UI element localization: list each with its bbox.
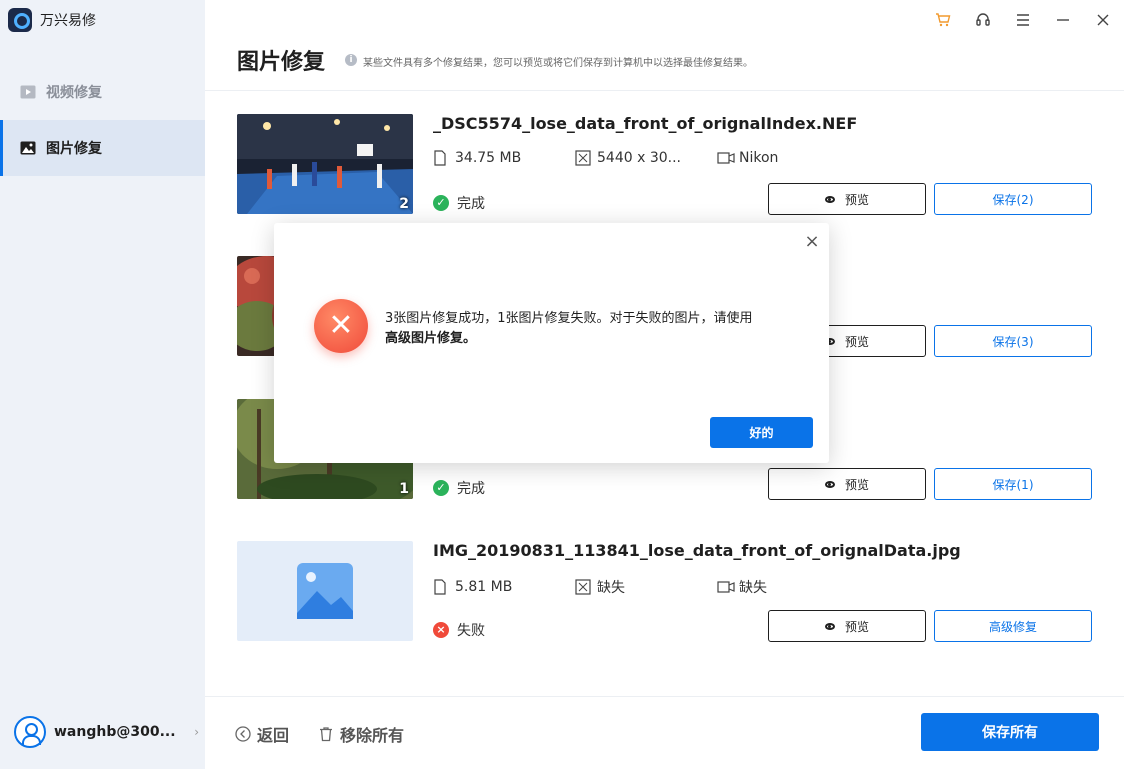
video-icon (20, 85, 36, 99)
file-dimensions: 缺失 (575, 577, 717, 597)
result-status: × 失败 (433, 620, 485, 640)
window-controls (934, 10, 1112, 30)
divider (205, 696, 1124, 697)
info-icon: i (345, 54, 357, 66)
close-icon[interactable] (1094, 10, 1112, 30)
preview-button-label: 预览 (844, 334, 869, 349)
repair-result-dialog: × ✕ 3张图片修复成功，1张图片修复失败。对于失败的图片，请使用 高级图片修复… (274, 223, 829, 463)
file-icon (433, 150, 447, 166)
save-button[interactable]: 保存(1) (934, 468, 1092, 500)
sidebar: 万兴易修 视频修复 图片修复 wanghb@300... › (0, 0, 205, 769)
resolution-icon (575, 579, 591, 595)
page-title: 图片修复 (237, 50, 326, 75)
avatar-icon (14, 716, 46, 748)
error-icon: ✕ (314, 299, 368, 353)
ok-button[interactable]: 好的 (710, 417, 813, 448)
image-placeholder-icon (297, 563, 353, 619)
sidebar-item-label: 视频修复 (46, 85, 102, 101)
file-device-value: 缺失 (739, 580, 767, 596)
file-device-value: Nikon (739, 150, 779, 166)
save-button[interactable]: 保存(3) (934, 325, 1092, 357)
preview-button-label: 预览 (844, 477, 869, 492)
resolution-icon (575, 150, 591, 166)
save-button[interactable]: 保存(2) (934, 183, 1092, 215)
minimize-icon[interactable] (1054, 10, 1072, 30)
check-circle-icon: ✓ (433, 195, 449, 211)
remove-all-button[interactable]: 移除所有 (318, 722, 404, 746)
result-count-badge: 2 (399, 196, 409, 212)
sidebar-item-image-repair[interactable]: 图片修复 (0, 120, 205, 176)
file-device: 缺失 (717, 577, 767, 597)
result-meta: 5.81 MB 缺失 缺失 (433, 577, 767, 597)
file-size-value: 5.81 MB (455, 579, 513, 595)
preview-button-label: 预览 (844, 192, 869, 207)
dialog-close-icon[interactable]: × (803, 233, 821, 251)
preview-button[interactable]: 预览 (768, 183, 926, 215)
file-icon (433, 579, 447, 595)
file-size: 5.81 MB (433, 577, 575, 597)
app-logo-icon (8, 8, 32, 32)
status-label: 完成 (457, 481, 485, 497)
remove-all-label: 移除所有 (340, 726, 405, 745)
result-filename: _DSC5574_lose_data_front_of_orignalIndex… (433, 114, 858, 133)
back-label: 返回 (257, 726, 290, 745)
image-icon (20, 141, 36, 155)
chevron-right-icon: › (194, 725, 199, 739)
dialog-message: 3张图片修复成功，1张图片修复失败。对于失败的图片，请使用 高级图片修复。 (385, 309, 815, 349)
file-dimensions: 5440 x 30... (575, 150, 717, 166)
app-name: 万兴易修 (40, 13, 96, 29)
check-circle-icon: ✓ (433, 480, 449, 496)
back-button[interactable]: 返回 (235, 722, 289, 746)
file-size-value: 34.75 MB (455, 150, 522, 166)
status-label: 失败 (457, 623, 485, 639)
result-count-badge: 1 (399, 481, 409, 497)
sidebar-item-video-repair[interactable]: 视频修复 (0, 64, 205, 120)
status-label: 完成 (457, 196, 485, 212)
camera-icon (717, 150, 735, 166)
preview-button-label: 预览 (844, 619, 869, 634)
eye-icon (824, 622, 835, 630)
result-thumbnail[interactable]: 2 (237, 114, 413, 214)
page-hint: 某些文件具有多个修复结果，您可以预览或将它们保存到计算机中以选择最佳修复结果。 (363, 58, 753, 69)
result-status: ✓ 完成 (433, 193, 485, 213)
file-size: 34.75 MB (433, 150, 575, 166)
result-filename: IMG_20190831_113841_lose_data_front_of_o… (433, 541, 961, 560)
eye-icon (824, 480, 835, 488)
file-dimensions-value: 缺失 (597, 580, 625, 596)
dialog-message-text: 3张图片修复成功，1张图片修复失败。对于失败的图片，请使用 (385, 311, 753, 326)
result-meta: 34.75 MB 5440 x 30... Nikon (433, 150, 778, 166)
save-all-button[interactable]: 保存所有 (921, 713, 1099, 751)
result-thumbnail[interactable] (237, 541, 413, 641)
preview-button[interactable]: 预览 (768, 610, 926, 642)
preview-button[interactable]: 预览 (768, 468, 926, 500)
result-row: 2 _DSC5574_lose_data_front_of_orignalInd… (237, 114, 1097, 215)
headset-icon[interactable] (974, 10, 992, 30)
file-dimensions-value: 5440 x 30... (597, 150, 681, 166)
user-name: wanghb@300... (54, 724, 176, 740)
sidebar-item-label: 图片修复 (46, 141, 102, 157)
camera-icon (717, 579, 735, 595)
menu-icon[interactable] (1014, 10, 1032, 30)
file-device: Nikon (717, 150, 778, 166)
app-brand: 万兴易修 (8, 8, 96, 32)
result-row: IMG_20190831_113841_lose_data_front_of_o… (237, 541, 1097, 642)
dialog-message-link: 高级图片修复。 (385, 331, 477, 346)
error-circle-icon: × (433, 622, 449, 638)
divider (205, 90, 1124, 91)
back-arrow-icon (235, 726, 251, 742)
eye-icon (824, 195, 835, 203)
user-account[interactable]: wanghb@300... › (14, 716, 199, 748)
cart-icon[interactable] (934, 10, 952, 30)
trash-icon (318, 726, 334, 742)
result-status: ✓ 完成 (433, 478, 485, 498)
advanced-repair-button[interactable]: 高级修复 (934, 610, 1092, 642)
